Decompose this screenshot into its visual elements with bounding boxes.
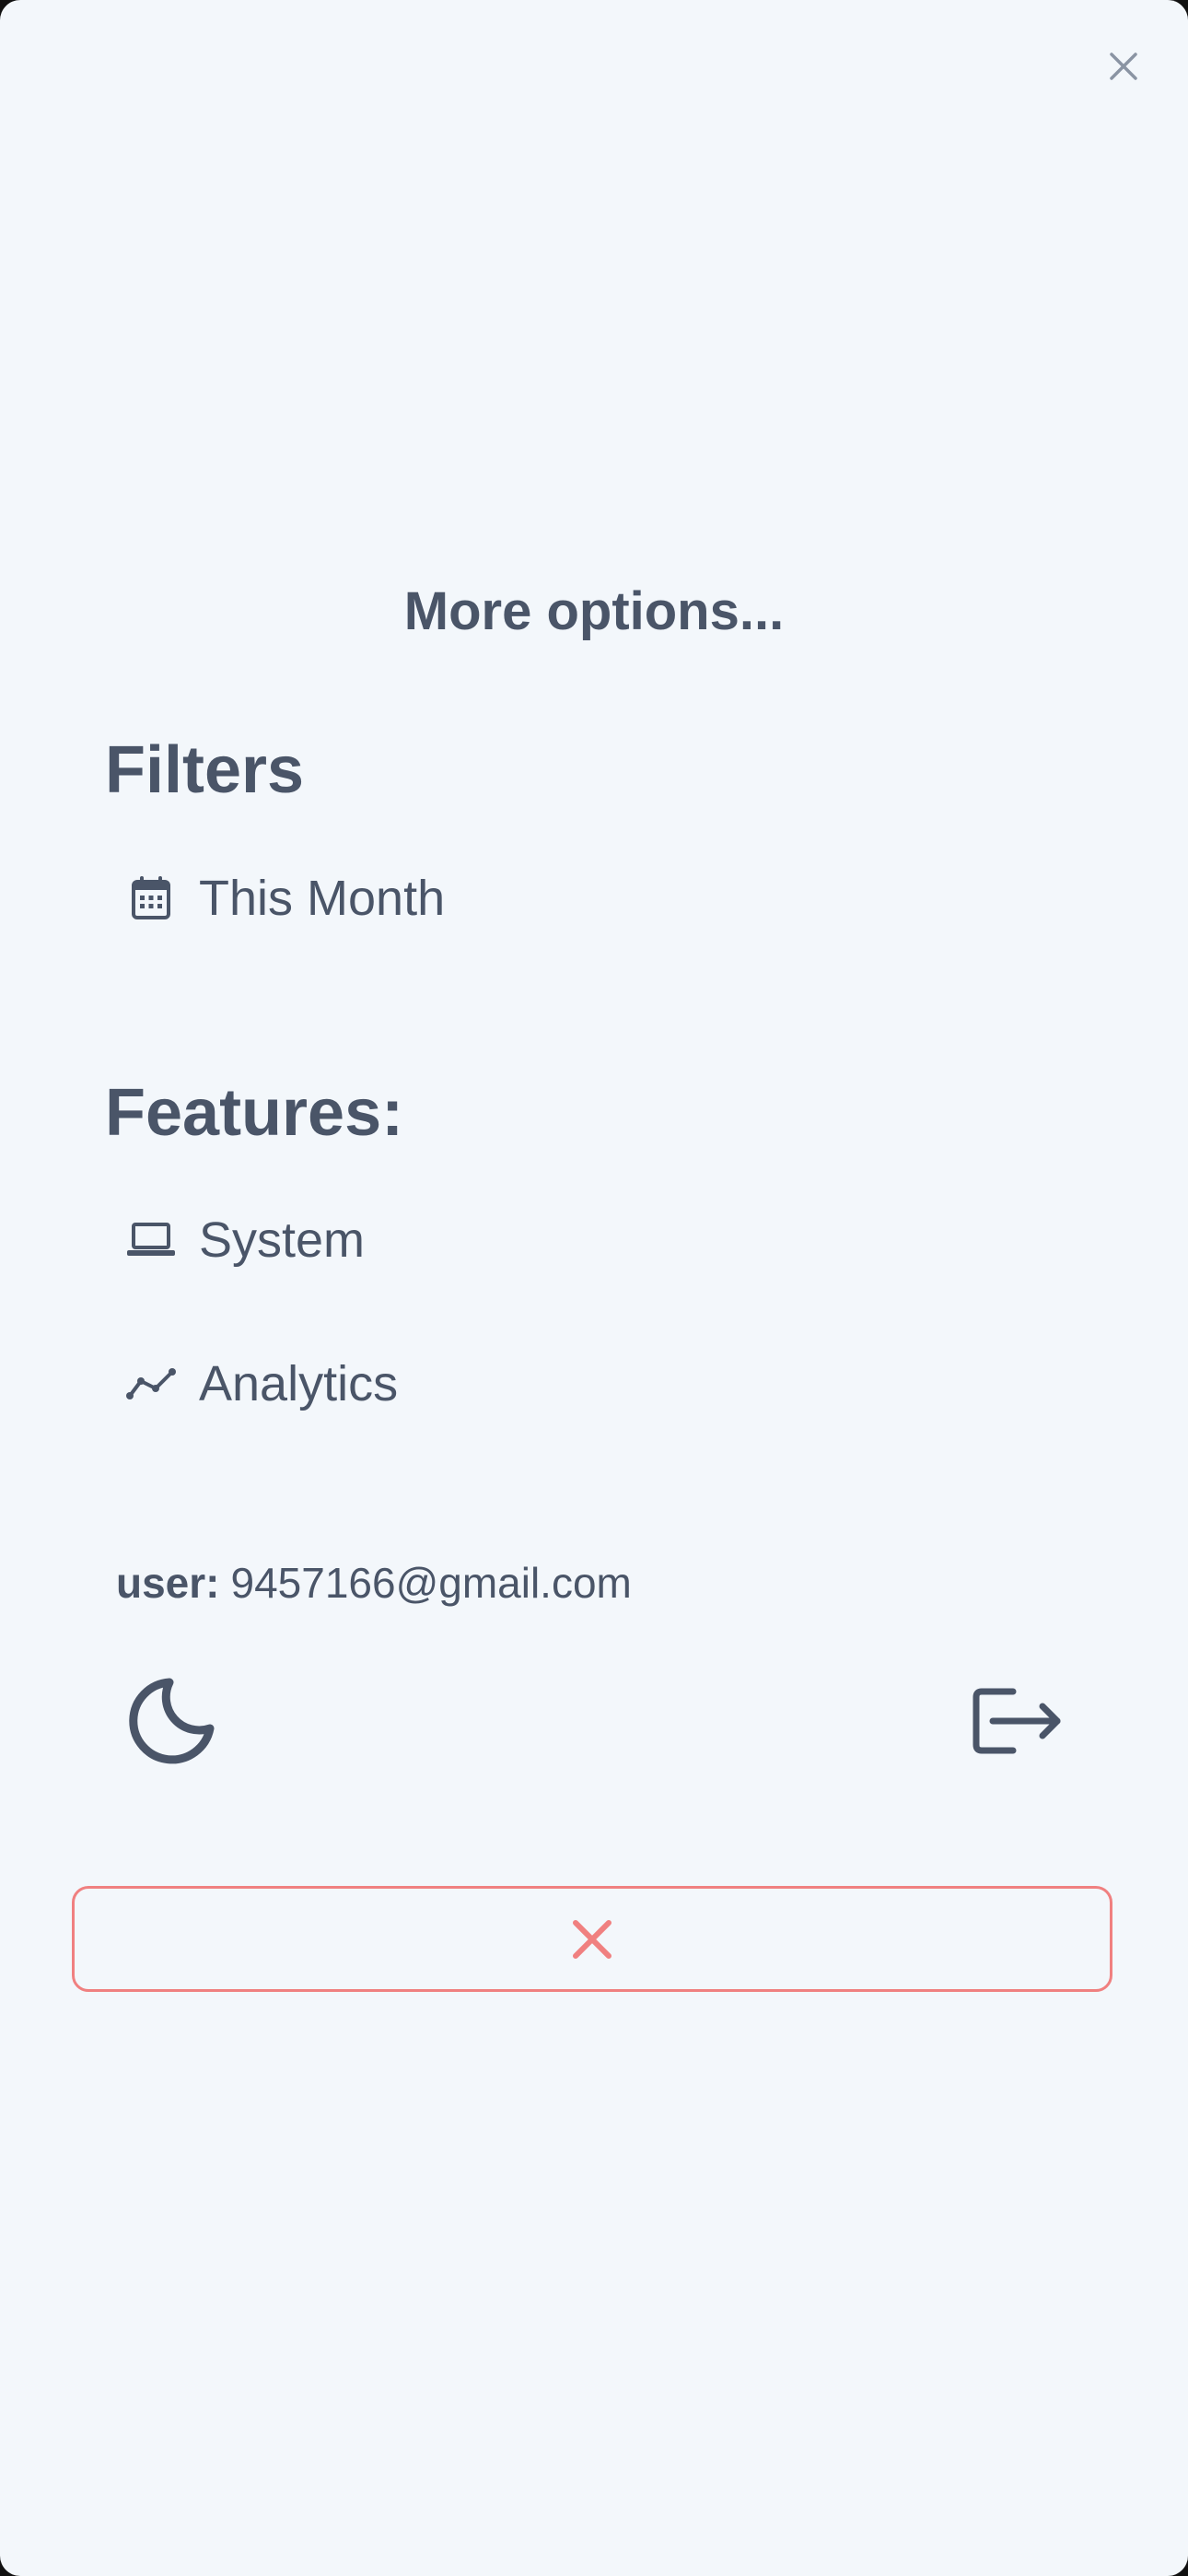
filter-item-label: This Month [199, 871, 446, 926]
calendar-icon [125, 872, 177, 924]
logout-button[interactable] [969, 1675, 1065, 1767]
feature-item-analytics[interactable]: Analytics [125, 1347, 398, 1421]
filters-heading: Filters [105, 733, 305, 807]
moon-icon [129, 1678, 215, 1764]
feature-item-system[interactable]: System [125, 1203, 365, 1277]
close-icon [1110, 53, 1137, 80]
trend-line-icon [125, 1358, 177, 1410]
user-label: user: [116, 1559, 220, 1607]
close-panel-button[interactable] [1103, 46, 1144, 87]
logout-icon [973, 1688, 1061, 1754]
menu-title: More options... [403, 581, 785, 641]
user-email: 9457166@gmail.com [230, 1559, 632, 1607]
feature-item-label: System [199, 1212, 366, 1268]
features-heading: Features: [105, 1076, 404, 1150]
user-info: user: 9457166@gmail.com [116, 1562, 632, 1604]
options-panel: More options... Filters This Month Featu… [0, 0, 1188, 2576]
close-icon [573, 1919, 611, 1959]
laptop-icon [125, 1214, 177, 1266]
theme-toggle-button[interactable] [125, 1675, 217, 1767]
close-menu-button[interactable] [72, 1886, 1112, 1992]
feature-item-label: Analytics [199, 1356, 399, 1411]
filter-item-this-month[interactable]: This Month [125, 861, 445, 935]
